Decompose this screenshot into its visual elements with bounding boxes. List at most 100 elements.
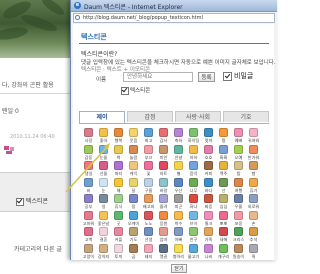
texticon-item[interactable]: 빵 bbox=[246, 161, 261, 178]
texticon-item[interactable]: 귀여워 bbox=[246, 128, 261, 145]
texticon-item[interactable]: 별 bbox=[171, 161, 186, 178]
texticon-item[interactable]: 응원 bbox=[156, 210, 171, 228]
texticon-item[interactable]: 휴가 bbox=[246, 177, 261, 195]
texticon-item[interactable]: 미안 bbox=[156, 144, 171, 162]
texticon-item[interactable]: 맥주 bbox=[216, 161, 231, 178]
secret-toggle[interactable]: 비밀글 bbox=[223, 71, 253, 81]
texticon-item[interactable]: 나무 bbox=[186, 177, 201, 195]
texticon-item[interactable]: 크리스 bbox=[231, 227, 246, 244]
texticon-item[interactable]: 좋아 bbox=[96, 128, 111, 145]
texticon-item[interactable]: 하하 bbox=[186, 144, 201, 162]
texticon-item[interactable]: 밥 bbox=[231, 161, 246, 178]
texticon-checkbox[interactable] bbox=[16, 197, 24, 206]
texticon-item[interactable]: 멋져 bbox=[201, 128, 216, 145]
texticon-toggle[interactable]: 텍스티콘 bbox=[16, 196, 48, 206]
texticon-item[interactable]: 외로워 bbox=[246, 194, 261, 211]
texticon-item[interactable]: 눈 bbox=[96, 177, 111, 195]
texticon-item[interactable]: 감사 bbox=[156, 128, 171, 145]
texticon-item[interactable]: 아빠 bbox=[171, 227, 186, 244]
texticon-item[interactable]: 고양이 bbox=[81, 243, 96, 261]
texticon-item[interactable]: 오케이 bbox=[126, 210, 141, 228]
texticon-item[interactable]: 선생 bbox=[141, 227, 156, 244]
texticon-item[interactable]: 화이팅 bbox=[186, 128, 201, 145]
texticon-item[interactable]: 구름 bbox=[141, 177, 156, 195]
texticon-item[interactable]: 박수 bbox=[171, 210, 186, 228]
texticon-item[interactable]: 일 bbox=[96, 194, 111, 211]
texticon-item[interactable]: 돼지 bbox=[141, 243, 156, 261]
texticon-item[interactable]: 흑흑 bbox=[216, 144, 231, 162]
close-button[interactable]: 닫기 bbox=[171, 264, 187, 273]
texticon-item[interactable]: 안녕 bbox=[171, 144, 186, 162]
texticon-item[interactable]: 바다 bbox=[201, 177, 216, 195]
texticon-item[interactable]: 뽀뽀 bbox=[216, 210, 231, 228]
texticon-item[interactable]: 심심 bbox=[216, 194, 231, 211]
texticon-item[interactable]: 공부 bbox=[81, 194, 96, 211]
texticon-item[interactable]: 화나 bbox=[186, 194, 201, 211]
texticon-item[interactable]: 고백 bbox=[81, 227, 96, 244]
texticon-item[interactable]: 좋은날 bbox=[96, 210, 111, 228]
texticon-item[interactable]: 브이 bbox=[186, 210, 201, 228]
texticon-item[interactable]: 음악 bbox=[186, 161, 201, 178]
texticon-item[interactable]: 기도 bbox=[126, 227, 141, 244]
texticon-item[interactable]: 생일 bbox=[81, 161, 96, 178]
texticon-item[interactable]: 우산 bbox=[171, 177, 186, 195]
texticon-item[interactable]: 하트 bbox=[156, 161, 171, 178]
texticon-item[interactable]: 원숭이 bbox=[231, 243, 246, 261]
texticon-item[interactable]: 호호 bbox=[201, 144, 216, 162]
texticon-item[interactable]: 윙크 bbox=[201, 210, 216, 228]
texticon-item[interactable]: 우울 bbox=[231, 194, 246, 211]
texticon-item[interactable]: 친구 bbox=[186, 227, 201, 244]
texticon-item[interactable]: 파티 bbox=[111, 161, 126, 178]
texticon-item[interactable]: 행복 bbox=[111, 128, 126, 145]
texticon-item[interactable]: 짜증 bbox=[201, 194, 216, 211]
texticon-item[interactable]: 해 bbox=[111, 177, 126, 195]
texticon-item[interactable]: 최고 bbox=[141, 128, 156, 145]
texticon-item[interactable]: 결혼 bbox=[96, 227, 111, 244]
texticon-item[interactable]: 여행 bbox=[231, 177, 246, 195]
texticon-item[interactable]: 달 bbox=[126, 177, 141, 195]
texticon-item[interactable]: 새해 bbox=[216, 227, 231, 244]
texticon-item[interactable]: 엄마 bbox=[156, 227, 171, 244]
texticon-item[interactable]: 강아지 bbox=[96, 243, 111, 261]
texticon-item[interactable]: 감동 bbox=[81, 144, 96, 162]
texticon-item[interactable]: 휴식 bbox=[111, 194, 126, 211]
register-button[interactable]: 등록 bbox=[198, 72, 215, 82]
texticon-item[interactable]: 펭귄 bbox=[156, 243, 171, 261]
texticon-item[interactable]: 개구리 bbox=[216, 243, 231, 261]
texticon-item[interactable]: 포옹 bbox=[231, 210, 246, 228]
texticon-item[interactable]: 축하 bbox=[171, 128, 186, 145]
texticon-item[interactable]: 케익 bbox=[126, 161, 141, 178]
texticon-item[interactable]: 산 bbox=[216, 177, 231, 195]
texticon-item[interactable]: 병아리 bbox=[171, 243, 186, 261]
texticon-item[interactable]: 피곤 bbox=[171, 194, 186, 211]
texticon-item[interactable]: 놀람 bbox=[126, 144, 141, 162]
texticon-item[interactable]: 토끼 bbox=[111, 243, 126, 261]
texticon-item[interactable]: 졸려 bbox=[156, 194, 171, 211]
texticon-item[interactable]: 선물 bbox=[96, 161, 111, 178]
texticon-item[interactable]: 커피 bbox=[201, 161, 216, 178]
texticon-option-checkbox[interactable] bbox=[121, 86, 129, 95]
texticon-item[interactable]: 추석 bbox=[246, 227, 261, 244]
texticon-item[interactable]: 잠 bbox=[126, 194, 141, 211]
address-bar[interactable]: http://blog.daum.net/_blog/popup_textico… bbox=[73, 13, 275, 23]
texticon-item[interactable]: 곰 bbox=[126, 243, 141, 261]
texticon-item[interactable]: 나비 bbox=[201, 243, 216, 261]
tab-symbols[interactable]: 기호 bbox=[223, 111, 269, 122]
texticon-item[interactable]: 배고파 bbox=[141, 194, 156, 211]
preview-input[interactable] bbox=[123, 72, 193, 82]
texticon-item[interactable]: 굿 bbox=[111, 210, 126, 228]
texticon-option[interactable]: 텍스티콘 bbox=[121, 86, 150, 95]
texticon-item[interactable]: 꽃 bbox=[141, 161, 156, 178]
window-titlebar[interactable]: e Daum 텍스티콘 - Internet Explorer bbox=[71, 0, 277, 12]
texticon-item[interactable]: 눈물 bbox=[96, 144, 111, 162]
texticon-item[interactable]: 쥐 bbox=[246, 243, 261, 261]
texticon-item[interactable]: 커플 bbox=[111, 227, 126, 244]
texticon-item[interactable]: 노노 bbox=[141, 210, 156, 228]
texticon-item[interactable]: 웃음 bbox=[126, 128, 141, 145]
texticon-item[interactable]: 바람 bbox=[156, 177, 171, 195]
texticon-item[interactable]: 비 bbox=[81, 177, 96, 195]
texticon-item[interactable]: 짱 bbox=[216, 128, 231, 145]
secret-checkbox[interactable] bbox=[223, 71, 232, 81]
texticon-item[interactable]: 물고기 bbox=[186, 243, 201, 261]
texticon-item[interactable]: 고마워 bbox=[81, 210, 96, 228]
